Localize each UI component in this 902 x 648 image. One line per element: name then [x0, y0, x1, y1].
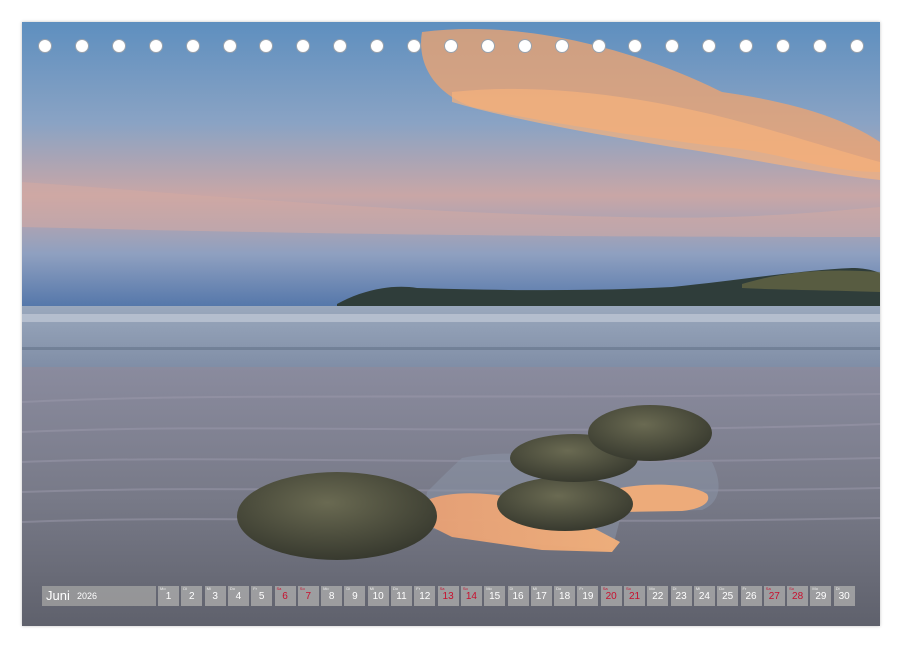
day-cell: Fr 5 — [251, 586, 273, 606]
day-cell: Di 23 — [670, 586, 692, 606]
day-cell: Sa 6 — [274, 586, 296, 606]
day-cell: Di 9 — [344, 586, 366, 606]
binding-hole — [74, 39, 89, 53]
day-number: 23 — [675, 591, 687, 602]
day-cell: Mo 15 — [484, 586, 506, 606]
day-number: 18 — [559, 591, 571, 602]
day-cell: Mi 10 — [367, 586, 389, 606]
day-number: 28 — [792, 591, 804, 602]
day-cell: Di 2 — [181, 586, 203, 606]
day-cell: Sa 27 — [763, 586, 785, 606]
day-number: 14 — [465, 591, 477, 602]
day-number: 27 — [768, 591, 780, 602]
binding-hole — [370, 39, 385, 53]
day-cell: Mo 29 — [810, 586, 832, 606]
day-cell: Do 4 — [227, 586, 249, 606]
day-cell: Fr 19 — [577, 586, 599, 606]
binding-hole — [554, 39, 569, 53]
day-cell: So 21 — [624, 586, 645, 606]
day-number: 12 — [419, 591, 431, 602]
binding-hole — [628, 39, 643, 53]
day-number: 22 — [652, 591, 664, 602]
day-number: 17 — [535, 591, 547, 602]
day-cell: Do 11 — [391, 586, 412, 606]
binding-hole — [38, 39, 52, 53]
binding-hole — [480, 39, 495, 53]
day-cell: Do 18 — [554, 586, 576, 606]
day-number: 2 — [189, 591, 195, 602]
day-number: 1 — [165, 591, 172, 602]
day-number: 4 — [235, 591, 242, 602]
month-name: Juni — [46, 588, 70, 603]
day-cell: So 7 — [297, 586, 319, 606]
day-cell: Sa 20 — [600, 586, 622, 606]
calendar-page: Juni 2026 Mo 1 Di 2 Mi 3 Do 4 Fr 5 Sa 6 So 7 Mo 8 Di 9 Mi 1… — [22, 22, 880, 626]
binding-hole — [812, 39, 827, 53]
binding-hole — [148, 39, 163, 53]
binding-hole — [517, 39, 532, 53]
binding-hole — [111, 39, 126, 53]
binding-hole — [407, 39, 421, 53]
day-number: 6 — [282, 591, 288, 602]
day-number: 30 — [838, 591, 850, 602]
binding-hole — [739, 39, 754, 53]
binding-hole — [665, 39, 680, 53]
binding-hole — [259, 39, 274, 53]
day-cell: Fr 26 — [740, 586, 762, 606]
day-cell: Mo 1 — [158, 586, 179, 606]
day-cell: Di 30 — [833, 586, 855, 606]
day-cell: Mo 8 — [321, 586, 343, 606]
day-cell: So 14 — [460, 586, 482, 606]
day-number: 26 — [745, 591, 757, 602]
day-cell: Mi 3 — [204, 586, 226, 606]
day-cell: Fr 12 — [414, 586, 436, 606]
day-cell: Do 25 — [717, 586, 739, 606]
day-cell: Di 16 — [507, 586, 529, 606]
binding-hole — [296, 39, 311, 53]
day-cell: Mo 22 — [647, 586, 669, 606]
day-number: 29 — [815, 591, 827, 602]
binding-hole — [776, 39, 790, 53]
spiral-binding-holes — [22, 39, 880, 57]
month-year: 2026 — [77, 591, 98, 601]
day-cell: So 28 — [787, 586, 809, 606]
binding-hole — [849, 39, 864, 53]
day-number: 13 — [442, 591, 454, 602]
day-number: 5 — [258, 591, 265, 602]
day-cell: Mi 17 — [530, 586, 552, 606]
day-number: 21 — [628, 591, 641, 602]
day-number: 9 — [352, 591, 358, 602]
day-number: 19 — [582, 591, 594, 602]
day-number: 24 — [698, 591, 710, 602]
binding-hole — [185, 39, 200, 53]
binding-hole — [222, 39, 237, 53]
binding-hole — [591, 39, 606, 53]
day-number: 15 — [489, 591, 501, 602]
day-number: 10 — [372, 591, 384, 602]
binding-hole — [333, 39, 348, 53]
day-number: 7 — [305, 591, 312, 602]
day-number: 25 — [722, 591, 734, 602]
day-number: 20 — [605, 591, 617, 602]
day-cell: Sa 13 — [437, 586, 459, 606]
beach-boulders-photo — [22, 22, 880, 626]
day-cell: Mi 24 — [693, 586, 715, 606]
binding-hole — [443, 39, 458, 53]
day-number: 11 — [396, 591, 407, 602]
day-number: 3 — [212, 591, 218, 602]
day-number: 16 — [512, 591, 524, 602]
day-number: 8 — [328, 591, 335, 602]
binding-hole — [702, 39, 717, 53]
month-label-box: Juni 2026 — [42, 586, 156, 606]
